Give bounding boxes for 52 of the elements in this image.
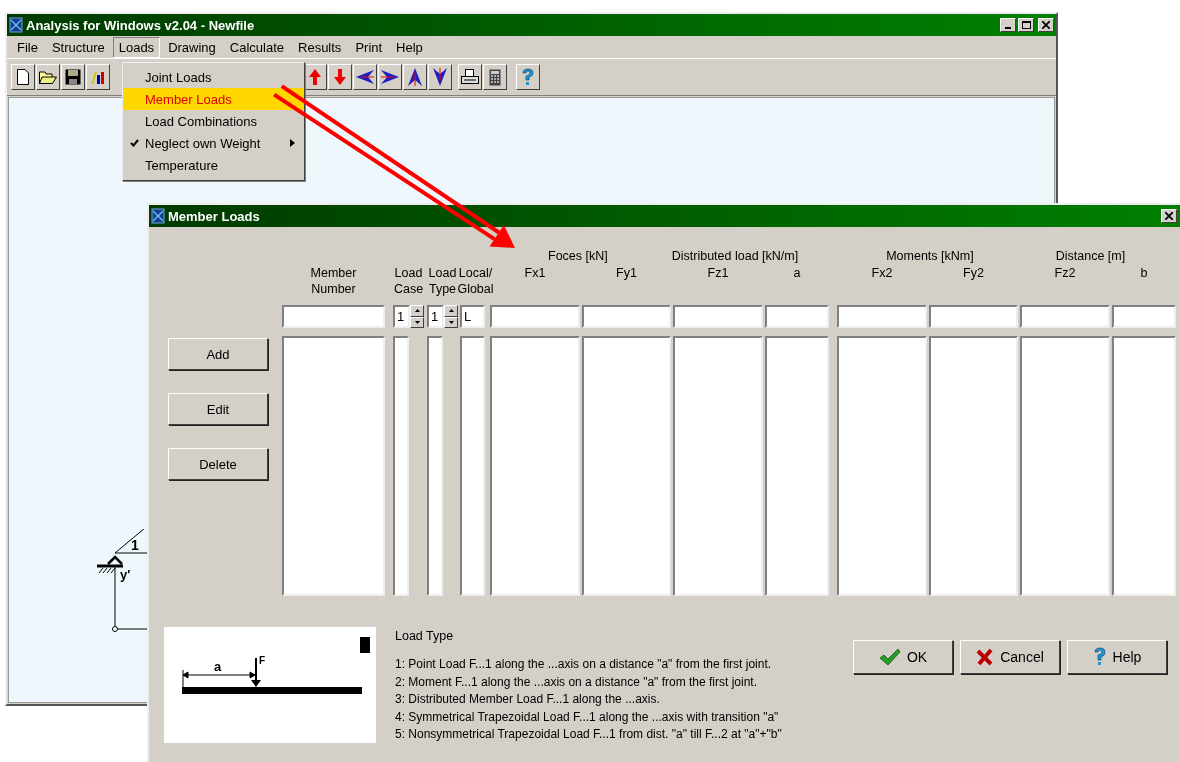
column-group-header: Distributed load [kN/m] xyxy=(671,249,799,265)
dialog-button[interactable]: Delete xyxy=(168,448,268,480)
dialog-button[interactable]: Add xyxy=(168,338,268,370)
input-field[interactable]: L xyxy=(460,305,485,328)
column-group-header: Moments [kNm] xyxy=(886,249,974,265)
menu-item[interactable]: Neglect own Weight xyxy=(123,132,304,154)
menu-item[interactable]: Results xyxy=(292,36,348,58)
column-header: Fy2 xyxy=(962,265,985,281)
column-group-header: Distance [m] xyxy=(1055,249,1126,265)
column-header: Fy1 xyxy=(615,265,638,281)
column-header: b xyxy=(1139,265,1149,281)
dialog-button[interactable]: OK xyxy=(853,640,953,674)
menu-item-label: Temperature xyxy=(145,157,218,173)
menu-item[interactable]: Calculate xyxy=(223,36,290,58)
load-diagram-drawing: a F xyxy=(164,627,376,743)
column-header: Fx1 xyxy=(523,265,547,281)
column-header: Fz1 xyxy=(706,265,730,281)
column-header: Local/ Global xyxy=(457,265,494,297)
menu-item-label: Joint Loads xyxy=(145,69,212,85)
load-type-description: 3: Distributed Member Load F...1 along the ...axis. xyxy=(395,691,661,708)
column-header: a xyxy=(792,265,802,281)
menu-item-label: Load Combinations xyxy=(145,113,258,129)
menu-item[interactable]: Structure xyxy=(45,36,111,58)
menu-item[interactable]: Temperature xyxy=(123,154,304,176)
load-type-description: 2: Moment F...1 along the ...axis on a distance "a" from the first joint. xyxy=(395,673,759,691)
menu-item[interactable]: Loads xyxy=(112,36,161,58)
column-header: Load Type xyxy=(427,265,458,297)
menu-item[interactable]: File xyxy=(11,36,44,58)
menu-item[interactable]: Drawing xyxy=(162,36,222,58)
member-label: 1 xyxy=(131,537,139,553)
menu-item[interactable]: Joint Loads xyxy=(123,66,304,88)
menu-item[interactable]: Load Combinations xyxy=(123,110,304,132)
window-title: Analysis for Windows v2.04 - Newfile xyxy=(26,17,255,33)
column-header: Fz2 xyxy=(1053,265,1077,281)
load-type-description: 5: Nonsymmetrical Trapezoidal Load F...1 from dist. "a" till F...2 at "a"+"b" xyxy=(395,726,783,743)
load-type-description: 4: Symmetrical Trapezoidal Load F...1 along the ...axis with transition "a" xyxy=(395,708,780,726)
column-group-header: Foces [kN] xyxy=(548,249,608,265)
axis-label: y' xyxy=(120,567,131,582)
load-type-title: Load Type xyxy=(395,629,455,643)
dialog-button[interactable]: Edit xyxy=(168,393,268,425)
dialog-button[interactable]: Cancel xyxy=(960,640,1060,674)
column-header: Fx2 xyxy=(870,265,894,281)
menu-item[interactable]: Help xyxy=(390,36,429,58)
menu-item[interactable]: Member Loads xyxy=(123,88,304,110)
load-type-description: 1: Point Load F...1 along the ...axis on a distance "a" from the first joint. xyxy=(395,656,773,673)
column-header: Member Number xyxy=(309,265,358,297)
menu-item[interactable]: Print xyxy=(349,36,389,58)
dialog-button[interactable]: Help xyxy=(1067,640,1167,674)
menu-item-label: Neglect own Weight xyxy=(145,135,261,151)
column-header: Load Case xyxy=(393,265,424,297)
menu-item-label: Member Loads xyxy=(145,91,232,107)
dialog-title: Member Loads xyxy=(168,208,260,224)
